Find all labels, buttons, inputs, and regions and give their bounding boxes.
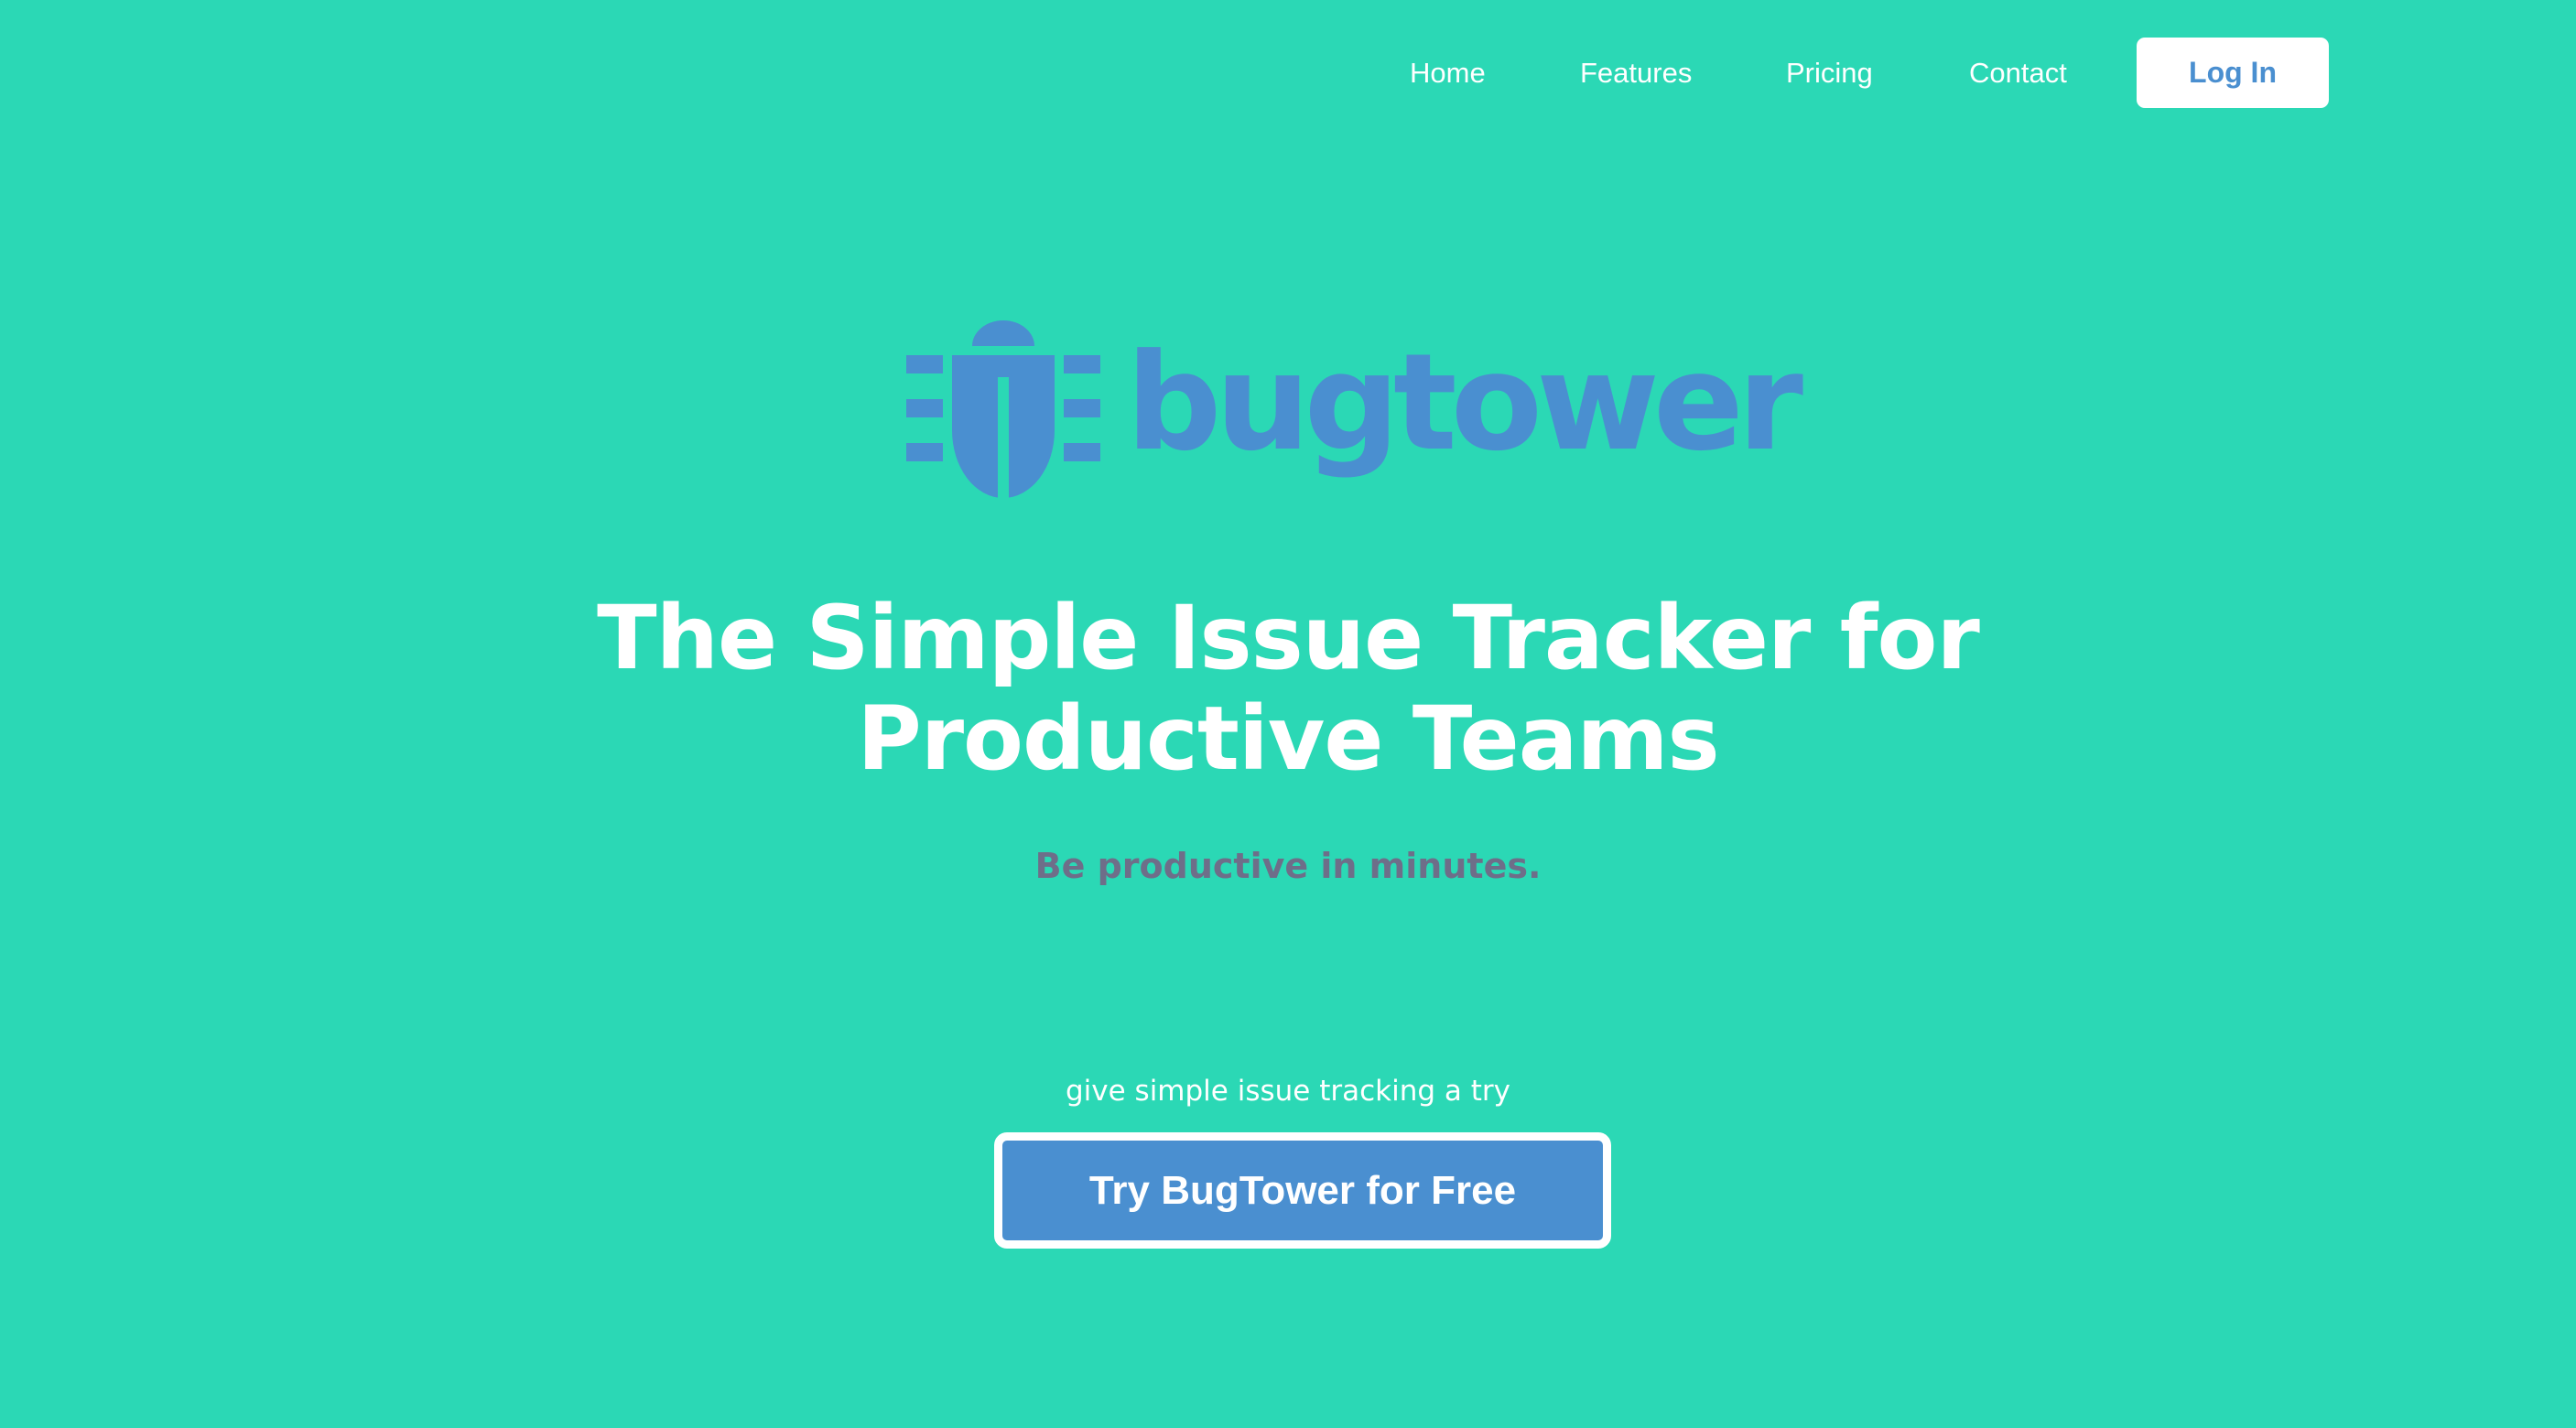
login-button[interactable]: Log In bbox=[2137, 38, 2329, 108]
nav-contact-link[interactable]: Contact bbox=[1969, 54, 2067, 92]
hero-subtitle: Be productive in minutes. bbox=[1034, 846, 1542, 886]
nav-features-link[interactable]: Features bbox=[1580, 54, 1692, 92]
bug-tower-icon bbox=[906, 320, 1100, 499]
logo-wordmark: bugtower bbox=[1126, 325, 1803, 481]
nav-home-link[interactable]: Home bbox=[1410, 54, 1486, 92]
bugtower-logo: bugtower bbox=[906, 320, 1803, 499]
top-navigation: Home Features Pricing Contact Log In bbox=[0, 38, 2576, 108]
landing-page: Home Features Pricing Contact Log In bug… bbox=[0, 0, 2576, 1428]
hero-title: The Simple Issue Tracker for Productive … bbox=[597, 587, 1980, 790]
nav-pricing-link[interactable]: Pricing bbox=[1786, 54, 1873, 92]
cta-caption: give simple issue tracking a try bbox=[1065, 1075, 1510, 1108]
try-free-button[interactable]: Try BugTower for Free bbox=[994, 1132, 1611, 1249]
